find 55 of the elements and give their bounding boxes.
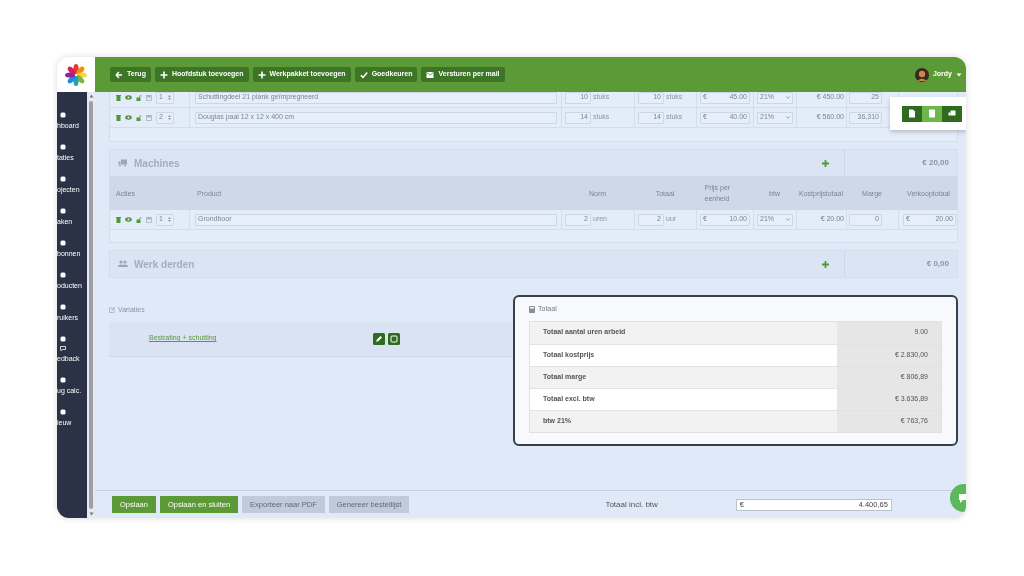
- caret-icon: [786, 218, 790, 221]
- calculator-icon: [928, 109, 936, 118]
- spinner-icon: [168, 115, 171, 120]
- truck-icon: [118, 159, 128, 167]
- arrow-left-icon: [115, 70, 123, 79]
- caret-icon: [956, 72, 962, 77]
- menu-item-icon: [60, 272, 66, 278]
- scroll-up-icon[interactable]: [88, 94, 94, 98]
- trash-icon[interactable]: [116, 114, 121, 121]
- save-icon[interactable]: [146, 216, 152, 223]
- trash-icon[interactable]: [116, 216, 121, 223]
- envelope-icon: [426, 70, 435, 79]
- chat-icon: [60, 346, 66, 351]
- menu-item-icon: [60, 144, 66, 150]
- menu-item-icon: [60, 409, 66, 415]
- people-icon: [118, 260, 128, 268]
- scroll-down-icon[interactable]: [88, 512, 94, 516]
- avatar-icon: [914, 67, 929, 82]
- unlock-icon[interactable]: [136, 216, 142, 223]
- check-icon: [359, 70, 368, 79]
- menu-item-icon: [60, 304, 66, 310]
- plus-icon: [257, 70, 266, 79]
- section-total: € 0,00: [844, 251, 957, 277]
- scrollbar[interactable]: [87, 92, 95, 518]
- total-label: Totaal incl. btw: [605, 498, 658, 511]
- eye-icon[interactable]: [125, 95, 132, 100]
- menu-item-icon: [60, 208, 66, 214]
- eye-icon[interactable]: [125, 217, 132, 222]
- eye-icon[interactable]: [125, 115, 132, 120]
- caret-icon: [786, 116, 790, 119]
- plus-icon: [159, 70, 168, 79]
- trash-icon[interactable]: [116, 94, 121, 101]
- truck-icon: [948, 109, 956, 118]
- caret-icon: [786, 96, 790, 99]
- calculator-icon: [529, 305, 535, 313]
- menu-item-icon: [60, 176, 66, 182]
- chat-icon: [958, 492, 966, 504]
- edit-icon: [109, 307, 115, 314]
- unlock-icon[interactable]: [136, 94, 142, 101]
- save-icon[interactable]: [146, 94, 152, 101]
- copy-button[interactable]: [388, 332, 400, 345]
- unlock-icon[interactable]: [136, 114, 142, 121]
- save-icon[interactable]: [146, 114, 152, 121]
- spinner-icon: [168, 217, 171, 222]
- plus-icon[interactable]: [822, 260, 829, 268]
- menu-item-icon: [60, 240, 66, 246]
- plus-icon[interactable]: [822, 159, 829, 167]
- menu-item-icon: [60, 112, 66, 118]
- menu-item-icon: [60, 377, 66, 383]
- edit-button[interactable]: [373, 332, 385, 345]
- document-icon: [908, 109, 916, 118]
- flower-logo: [65, 63, 87, 86]
- spinner-icon: [168, 95, 171, 100]
- tool-button[interactable]: [942, 105, 962, 122]
- tool-button[interactable]: [902, 105, 922, 122]
